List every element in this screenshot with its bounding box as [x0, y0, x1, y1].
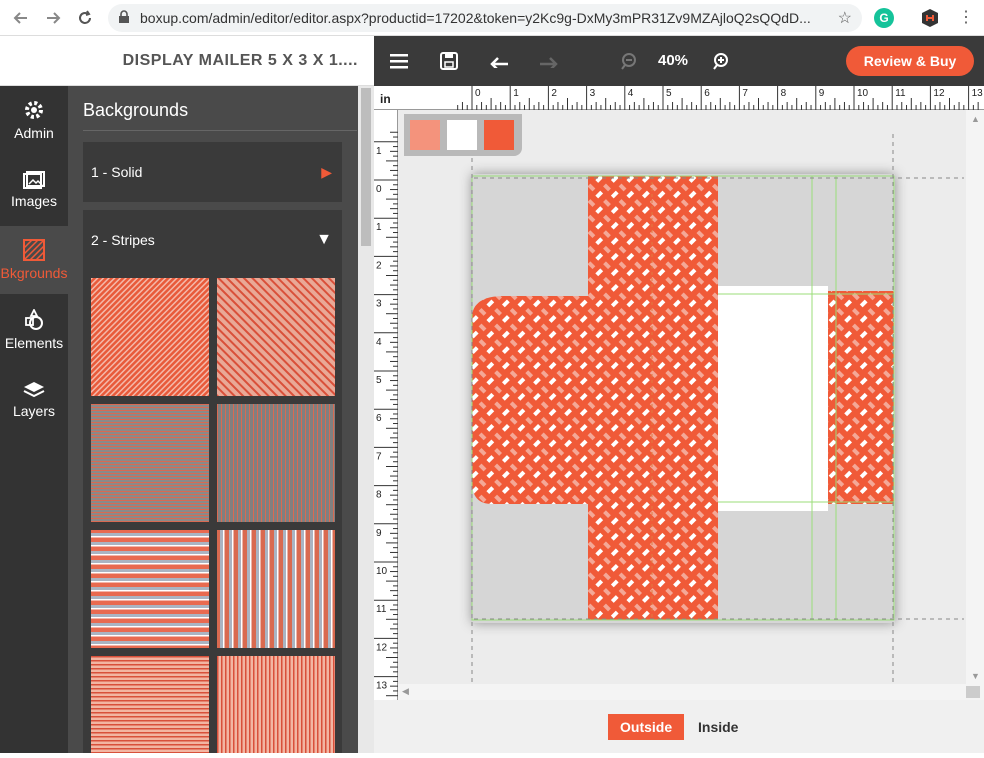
document-title-bar: DISPLAY MAILER 5 X 3 X 1.... [0, 36, 374, 86]
stripe-swatch-diagonal-dense[interactable] [91, 278, 209, 396]
canvas-horizontal-scrollbar[interactable]: ◀ [398, 684, 984, 700]
back-icon[interactable] [6, 3, 36, 33]
undo-icon[interactable] [487, 49, 511, 73]
sidebar-item-label: Admin [14, 125, 54, 141]
sidebar-item-label: Images [11, 193, 57, 209]
zoom-level: 40% [658, 52, 689, 69]
scroll-down-icon[interactable]: ▼ [971, 671, 980, 681]
scroll-left-icon[interactable]: ◀ [402, 686, 409, 697]
color-chip-3[interactable] [484, 120, 514, 150]
box-dieline[interactable] [374, 86, 984, 700]
color-chip-2[interactable] [447, 120, 477, 150]
expand-arrow-icon: ▶ [321, 163, 332, 180]
save-icon[interactable] [437, 49, 461, 73]
stripe-swatch-vertical-fine[interactable] [217, 656, 335, 753]
sidebar-item-label: Bkgrounds [0, 265, 68, 281]
section-label: 1 - Solid [91, 164, 143, 180]
sidebar-item-images[interactable]: Images [0, 156, 68, 224]
gear-icon [25, 101, 43, 119]
backgrounds-panel: Backgrounds 1 - Solid ▶ 2 - Stripes ▼ [68, 86, 374, 753]
scroll-thumb[interactable] [966, 686, 980, 698]
end-panel [828, 291, 894, 504]
tab-outside[interactable]: Outside [608, 714, 685, 740]
forward-icon[interactable] [38, 3, 68, 33]
canvas-vertical-scrollbar[interactable]: ▲ ▼ [966, 110, 984, 685]
redo-icon[interactable] [537, 49, 561, 73]
stripe-swatch-horizontal-bold[interactable] [91, 530, 209, 648]
tab-inside[interactable]: Inside [686, 714, 750, 740]
canvas-area: 0 1 2 3 4 5 6 7 8 9 10 11 12 13 1 0 1 2 3 4 5 6 7 8 9 10 11 12 13 i… [374, 86, 984, 753]
stripe-swatch-horizontal-fine[interactable] [91, 656, 209, 753]
sidebar: Admin Images Bkgrounds Elements Layers [0, 86, 68, 753]
sidebar-item-label: Layers [12, 403, 56, 419]
page-title: DISPLAY MAILER 5 X 3 X 1.... [122, 52, 358, 69]
section-solid[interactable]: 1 - Solid ▶ [83, 142, 342, 202]
grammarly-icon[interactable]: G [874, 8, 894, 28]
sidebar-item-elements[interactable]: Elements [0, 296, 68, 364]
color-palette [404, 114, 522, 156]
section-stripes[interactable]: 2 - Stripes ▼ [83, 210, 342, 270]
reload-icon[interactable] [70, 3, 100, 33]
elements-icon [25, 309, 43, 330]
divider [83, 130, 357, 131]
collapse-arrow-icon: ▼ [316, 231, 332, 248]
address-bar[interactable]: boxup.com/admin/editor/editor.aspx?produ… [108, 4, 862, 32]
scroll-thumb[interactable] [361, 88, 371, 246]
scroll-up-icon[interactable]: ▲ [971, 114, 980, 124]
sidebar-item-layers[interactable]: Layers [0, 366, 68, 434]
layers-icon [23, 382, 45, 398]
url-text: boxup.com/admin/editor/editor.aspx?produ… [140, 10, 811, 26]
images-icon [23, 171, 45, 189]
panel-scrollbar[interactable] [358, 86, 374, 753]
menu-dots-icon[interactable]: ⋮ [958, 8, 974, 28]
sidebar-item-bkgrounds[interactable]: Bkgrounds [0, 226, 68, 294]
review-buy-button[interactable]: Review & Buy [846, 46, 974, 76]
browser-toolbar: boxup.com/admin/editor/editor.aspx?produ… [0, 0, 984, 36]
sidebar-item-label: Elements [4, 335, 64, 351]
main-panel [534, 296, 718, 504]
sidebar-item-admin[interactable]: Admin [0, 86, 68, 154]
panel-title: Backgrounds [83, 100, 189, 120]
top-flap [588, 176, 718, 296]
backgrounds-icon [23, 239, 45, 261]
extension-icon[interactable] [920, 8, 940, 28]
editor-toolbar: 40% Review & Buy [374, 36, 984, 86]
hamburger-icon[interactable] [387, 49, 411, 73]
swatch-grid [83, 270, 342, 753]
stripe-swatch-vertical-gray[interactable] [217, 404, 335, 522]
color-chip-1[interactable] [410, 120, 440, 150]
stripe-swatch-horizontal-gray[interactable] [91, 404, 209, 522]
zoom-in-icon[interactable] [709, 49, 733, 73]
side-tabs: Outside Inside [374, 700, 984, 753]
stripe-swatch-diagonal-light[interactable] [217, 278, 335, 396]
star-icon[interactable]: ☆ [838, 8, 852, 28]
section-label: 2 - Stripes [91, 232, 155, 248]
lock-icon [118, 9, 132, 27]
zoom-out-icon[interactable] [617, 49, 641, 73]
bottom-flap [588, 504, 718, 620]
stripe-swatch-vertical-bold[interactable] [217, 530, 335, 648]
